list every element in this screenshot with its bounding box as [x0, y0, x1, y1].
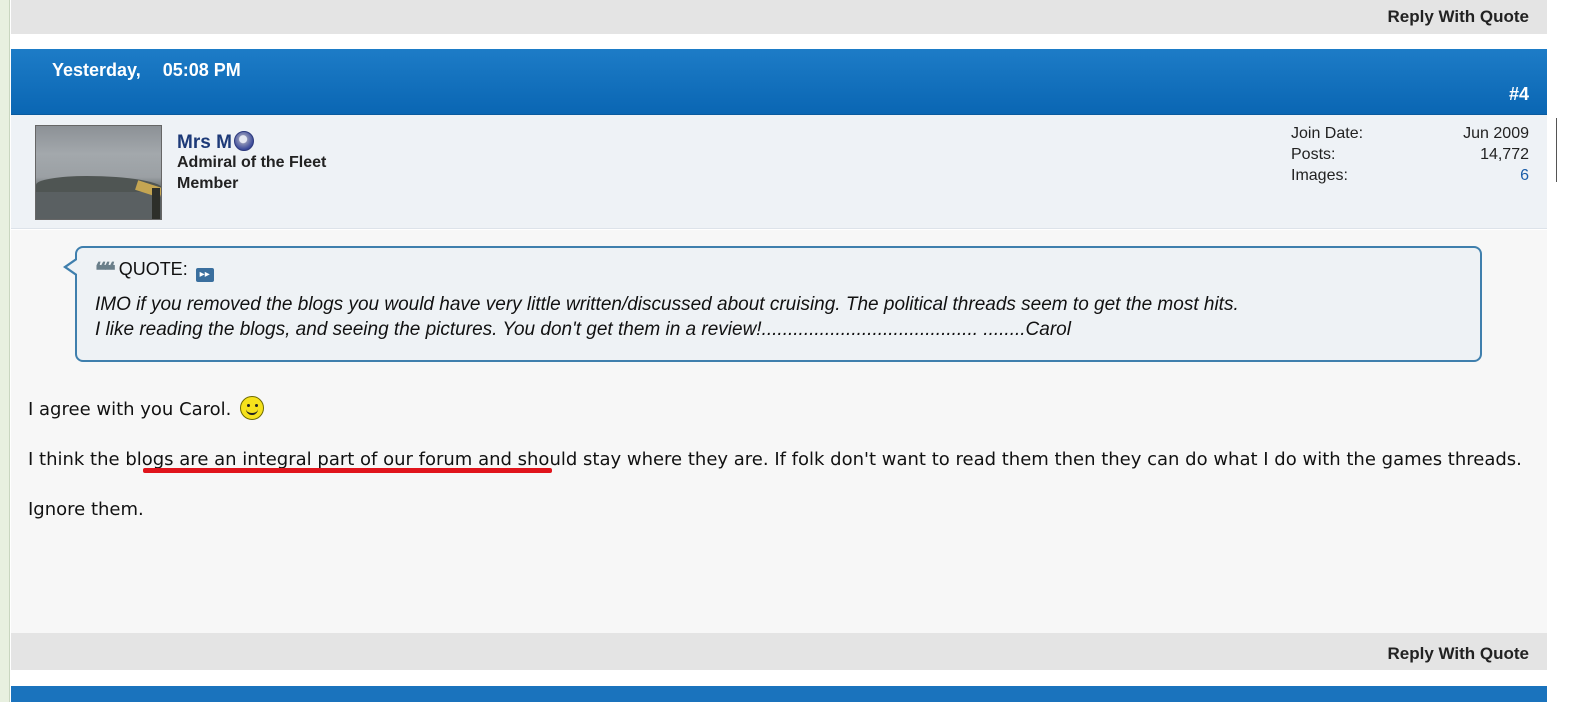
highlighted-phrase: blogs are an integral part of our forum [125, 449, 479, 470]
posts-row: Posts: 14,772 [1291, 146, 1529, 167]
images-label: Images: [1291, 167, 1348, 184]
right-page-edge [1547, 0, 1587, 702]
smiley-icon [240, 396, 265, 420]
message-line-1-text: I agree with you Carol. [28, 399, 232, 420]
red-underline-annotation [143, 468, 552, 473]
quote-marks-icon: ❝❝ [95, 258, 116, 284]
posts-value: 14,772 [1480, 146, 1529, 163]
scroll-edge [1556, 118, 1557, 182]
posts-label: Posts: [1291, 146, 1336, 163]
post-header: Yesterday, 05:08 PM #4 [11, 49, 1547, 115]
quote-block: ❝❝ QUOTE: ▸▸ IMO if you removed the blogs … [63, 246, 1482, 362]
message-text: I agree with you Carol. I think the blog… [28, 396, 1528, 522]
post-date-day: Yesterday, [52, 60, 141, 80]
join-date-row: Join Date: Jun 2009 [1291, 125, 1529, 146]
previous-post-footer: Reply With Quote [11, 0, 1547, 34]
images-row: Images: 6 [1291, 167, 1529, 188]
message-line-2-pre: I think the [28, 449, 126, 470]
left-page-edge [0, 0, 10, 702]
join-date-value: Jun 2009 [1463, 125, 1529, 142]
avatar-water [36, 192, 161, 219]
post-footer: Reply With Quote [11, 633, 1547, 670]
user-stats: Join Date: Jun 2009 Posts: 14,772 Images… [1291, 125, 1529, 188]
quote-line-2: I like reading the blogs, and seeing the… [95, 319, 1071, 340]
message-line-3: Ignore them. [28, 499, 144, 520]
offline-status-icon [233, 131, 254, 151]
quote-text: IMO if you removed the blogs you would h… [95, 292, 1239, 342]
quote-arrow-inner [67, 260, 77, 274]
reply-with-quote-button[interactable]: Reply With Quote [1387, 644, 1529, 664]
username[interactable]: Mrs M [177, 132, 232, 153]
quote-label: QUOTE: [118, 259, 188, 279]
post-permalink[interactable]: #4 [1509, 84, 1529, 105]
avatar-post [152, 188, 160, 219]
post-time: 05:08 PM [162, 60, 241, 80]
user-rank: Member [177, 175, 239, 192]
images-count-link[interactable]: 6 [1520, 167, 1529, 185]
post-body: ❝❝ QUOTE: ▸▸ IMO if you removed the blogs … [11, 230, 1547, 633]
next-post-header [11, 686, 1547, 702]
reply-with-quote-button[interactable]: Reply With Quote [1387, 7, 1529, 27]
message-line-2-post: and should stay where they are. If folk … [478, 449, 1522, 470]
avatar[interactable] [35, 125, 162, 220]
user-title: Admiral of the Fleet [177, 154, 327, 171]
username-link[interactable]: Mrs M [177, 131, 254, 154]
view-post-icon[interactable]: ▸▸ [195, 268, 214, 282]
quote-line-1: IMO if you removed the blogs you would h… [95, 294, 1239, 315]
user-info-panel: Mrs M Admiral of the Fleet Member Join D… [11, 115, 1547, 229]
quote-header: ❝❝ QUOTE: ▸▸ [95, 258, 214, 284]
join-date-label: Join Date: [1291, 125, 1364, 142]
message-line-1: I agree with you Carol. [28, 396, 1528, 422]
post-date: Yesterday, 05:08 PM [52, 60, 241, 81]
